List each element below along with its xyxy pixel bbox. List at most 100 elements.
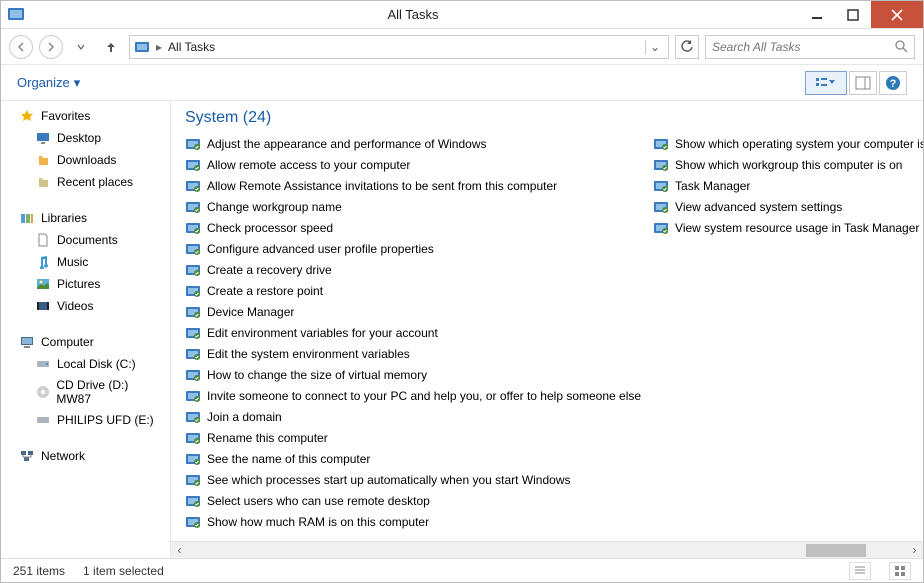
close-button[interactable] <box>871 1 923 28</box>
task-label: Edit the system environment variables <box>207 347 410 361</box>
navbar: ▸ All Tasks ⌄ <box>1 29 923 65</box>
task-item[interactable]: Adjust the appearance and performance of… <box>179 133 647 154</box>
search-icon <box>895 40 908 53</box>
sidebar-libraries: Libraries Documents Music Pictures Video… <box>1 207 170 317</box>
task-item[interactable]: See which processes start up automatical… <box>179 469 647 490</box>
task-item[interactable]: Select users who can use remote desktop <box>179 490 647 511</box>
up-button[interactable] <box>99 35 123 59</box>
breadcrumb[interactable]: All Tasks <box>168 40 215 54</box>
recent-locations-button[interactable] <box>69 35 93 59</box>
view-options-button[interactable] <box>805 71 847 95</box>
task-item[interactable]: Create a restore point <box>179 280 647 301</box>
task-item[interactable]: Allow Remote Assistance invitations to b… <box>179 175 647 196</box>
breadcrumb-separator: ▸ <box>156 40 162 54</box>
sidebar-item-cd-drive[interactable]: CD Drive (D:) MW87 <box>1 375 170 409</box>
group-header[interactable]: System (24) <box>171 101 923 133</box>
task-item[interactable]: Create a recovery drive <box>179 259 647 280</box>
task-label: Configure advanced user profile properti… <box>207 242 434 256</box>
task-label: Create a recovery drive <box>207 263 332 277</box>
usb-icon <box>35 412 51 428</box>
control-panel-item-icon <box>185 262 201 278</box>
sidebar-item-usb-drive[interactable]: PHILIPS UFD (E:) <box>1 409 170 431</box>
scroll-right-arrow[interactable]: › <box>906 543 923 557</box>
task-item[interactable]: Join a domain <box>179 406 647 427</box>
scroll-thumb[interactable] <box>806 544 866 557</box>
task-label: View advanced system settings <box>675 200 842 214</box>
task-item[interactable]: Show which operating system your compute… <box>647 133 923 154</box>
search-box[interactable] <box>705 35 915 59</box>
task-label: Allow remote access to your computer <box>207 158 410 172</box>
pictures-icon <box>35 276 51 292</box>
sidebar-item-videos[interactable]: Videos <box>1 295 170 317</box>
control-panel-item-icon <box>185 157 201 173</box>
content-pane: System (24) Adjust the appearance and pe… <box>171 101 923 558</box>
task-item[interactable]: How to change the size of virtual memory <box>179 364 647 385</box>
refresh-button[interactable] <box>675 35 699 59</box>
task-item[interactable]: Edit environment variables for your acco… <box>179 322 647 343</box>
sidebar-computer-header[interactable]: Computer <box>1 331 170 353</box>
task-item[interactable]: Configure advanced user profile properti… <box>179 238 647 259</box>
task-item[interactable]: Change workgroup name <box>179 196 647 217</box>
task-label: Device Manager <box>207 305 294 319</box>
minimize-button[interactable] <box>799 1 835 28</box>
task-label: Show how much RAM is on this computer <box>207 515 429 529</box>
sidebar-libraries-header[interactable]: Libraries <box>1 207 170 229</box>
control-panel-item-icon <box>185 388 201 404</box>
task-label: Select users who can use remote desktop <box>207 494 430 508</box>
control-panel-item-icon <box>653 178 669 194</box>
recent-icon <box>35 174 51 190</box>
documents-icon <box>35 232 51 248</box>
task-item[interactable]: Rename this computer <box>179 427 647 448</box>
scroll-left-arrow[interactable]: ‹ <box>171 543 188 557</box>
scroll-track[interactable] <box>188 542 906 558</box>
icons-view-button[interactable] <box>889 562 911 580</box>
task-item[interactable]: Show how much RAM is on this computer <box>179 511 647 532</box>
task-item[interactable]: Edit the system environment variables <box>179 343 647 364</box>
sidebar-favorites-header[interactable]: Favorites <box>1 105 170 127</box>
sidebar-item-desktop[interactable]: Desktop <box>1 127 170 149</box>
computer-icon <box>19 334 35 350</box>
titlebar: All Tasks <box>1 1 923 29</box>
task-item[interactable]: Allow remote access to your computer <box>179 154 647 175</box>
horizontal-scrollbar[interactable]: ‹ › <box>171 541 923 558</box>
control-panel-item-icon <box>185 409 201 425</box>
sidebar-item-documents[interactable]: Documents <box>1 229 170 251</box>
task-item[interactable]: See the name of this computer <box>179 448 647 469</box>
sidebar: Favorites Desktop Downloads Recent place… <box>1 101 171 558</box>
task-label: Check processor speed <box>207 221 333 235</box>
task-item[interactable]: View advanced system settings <box>647 196 923 217</box>
organize-menu[interactable]: Organize ▾ <box>17 75 80 91</box>
task-label: Show which workgroup this computer is on <box>675 158 902 172</box>
control-panel-item-icon <box>185 283 201 299</box>
star-icon <box>19 108 35 124</box>
task-item[interactable]: View system resource usage in Task Manag… <box>647 217 923 238</box>
back-button[interactable] <box>9 35 33 59</box>
task-item[interactable]: Invite someone to connect to your PC and… <box>179 385 647 406</box>
task-item[interactable]: Show which workgroup this computer is on <box>647 154 923 175</box>
address-bar[interactable]: ▸ All Tasks ⌄ <box>129 35 669 59</box>
task-label: How to change the size of virtual memory <box>207 368 427 382</box>
sidebar-item-recent[interactable]: Recent places <box>1 171 170 193</box>
sidebar-network-header[interactable]: Network <box>1 445 170 467</box>
forward-button[interactable] <box>39 35 63 59</box>
task-item[interactable]: Check processor speed <box>179 217 647 238</box>
control-panel-item-icon <box>185 136 201 152</box>
status-item-count: 251 items <box>13 564 65 578</box>
libraries-icon <box>19 210 35 226</box>
search-input[interactable] <box>712 40 895 54</box>
help-button[interactable]: ? <box>879 71 907 95</box>
sidebar-favorites: Favorites Desktop Downloads Recent place… <box>1 105 170 193</box>
address-dropdown[interactable]: ⌄ <box>645 40 664 54</box>
task-label: Join a domain <box>207 410 282 424</box>
task-label: Rename this computer <box>207 431 328 445</box>
sidebar-item-music[interactable]: Music <box>1 251 170 273</box>
preview-pane-button[interactable] <box>849 71 877 95</box>
task-item[interactable]: Task Manager <box>647 175 923 196</box>
sidebar-item-downloads[interactable]: Downloads <box>1 149 170 171</box>
sidebar-item-local-disk[interactable]: Local Disk (C:) <box>1 353 170 375</box>
task-item[interactable]: Device Manager <box>179 301 647 322</box>
maximize-button[interactable] <box>835 1 871 28</box>
sidebar-network: Network <box>1 445 170 467</box>
details-view-button[interactable] <box>849 562 871 580</box>
sidebar-item-pictures[interactable]: Pictures <box>1 273 170 295</box>
